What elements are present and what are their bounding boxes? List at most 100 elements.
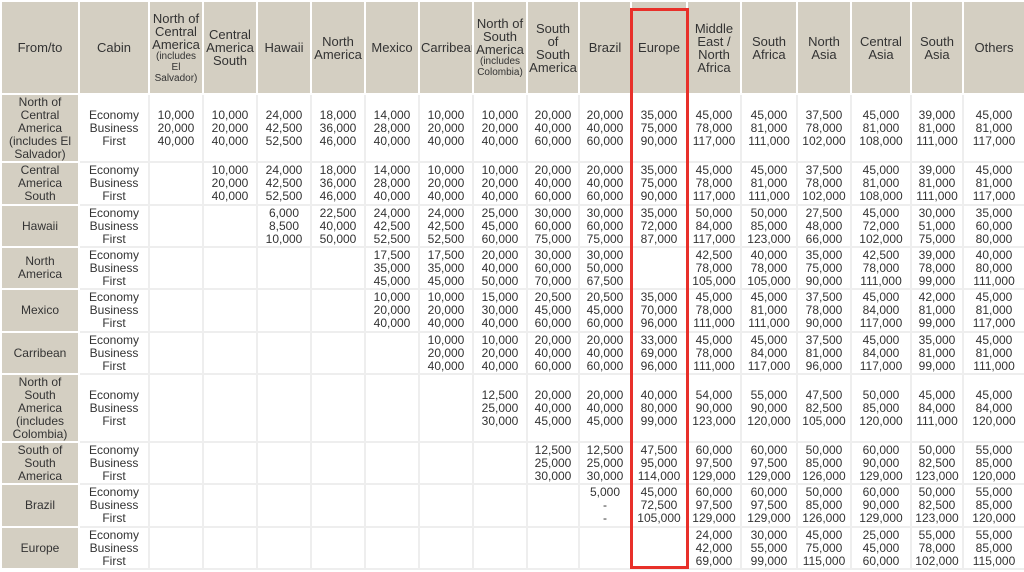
miles-economy: 35,000	[640, 205, 678, 220]
miles-cell: 10,000 20,000 40,000	[472, 161, 528, 206]
miles-cell: 20,000 40,000 45,000	[578, 373, 632, 443]
table-row: South of South America Economy Business Fir…	[0, 441, 1024, 485]
row-origin: Europe	[0, 526, 80, 570]
miles-first: 117,000	[859, 358, 903, 373]
miles-cell: 25,000 45,000 60,000	[850, 526, 912, 570]
miles-first: 99,000	[918, 273, 956, 288]
miles-business: 81,000	[918, 345, 956, 360]
miles-cell: 40,000 80,000 111,000	[962, 246, 1024, 290]
miles-first: 102,000	[802, 133, 846, 148]
miles-business: 72,000	[862, 218, 900, 233]
header-middle-east-north-africa: Middle East / North Africa	[686, 0, 742, 95]
header-label: Others	[974, 40, 1014, 55]
header-sublabel: (includes Colombia)	[477, 56, 523, 78]
header-label: North of Central America	[152, 10, 200, 52]
cabin-classes: Economy Business First	[78, 161, 150, 206]
header-label: Mexico	[371, 40, 413, 55]
miles-cell	[148, 441, 204, 485]
miles-economy: 20,000	[586, 332, 624, 347]
miles-economy: 47,500	[805, 387, 843, 402]
miles-cell: 45,000 84,000 117,000	[850, 331, 912, 375]
cabin-classes: Economy Business First	[78, 288, 150, 333]
miles-economy: 27,500	[805, 205, 843, 220]
miles-first: 117,000	[972, 316, 1016, 330]
header-label: South Asia	[920, 33, 954, 62]
miles-business: 75,000	[640, 120, 678, 135]
miles-first: 30,000	[481, 413, 519, 428]
miles-cell	[202, 288, 258, 333]
miles-business: 72,000	[640, 218, 678, 233]
miles-business: 35,000	[373, 260, 411, 275]
miles-cell: 10,000 20,000 40,000	[472, 93, 528, 163]
miles-cell	[256, 441, 312, 485]
miles-economy: 17,500	[427, 247, 465, 262]
miles-first: 102,000	[915, 553, 959, 568]
miles-economy: 37,500	[805, 332, 843, 347]
cabin-classes: Economy Business First	[78, 483, 150, 528]
miles-cell: 30,000 60,000 75,000	[526, 204, 580, 248]
miles-economy: 42,500	[695, 247, 733, 262]
miles-first: 75,000	[918, 231, 956, 246]
miles-first: 117,000	[859, 316, 903, 330]
miles-cell	[202, 331, 258, 375]
miles-business: 85,000	[862, 400, 900, 415]
miles-first: 80,000	[975, 231, 1013, 246]
header-others: Others	[962, 0, 1024, 95]
cabin-business: Business	[89, 218, 139, 233]
miles-economy: 20,000	[534, 107, 572, 122]
miles-first: 99,000	[918, 316, 956, 330]
miles-business: 60,000	[975, 218, 1013, 233]
miles-business: 81,000	[750, 120, 788, 135]
miles-first: 52,500	[265, 133, 303, 148]
miles-cell: 18,000 36,000 46,000	[310, 161, 366, 206]
miles-cell: 20,000 40,000 60,000	[526, 161, 580, 206]
header-north-america: North America	[310, 0, 366, 95]
miles-business: 40,000	[534, 120, 572, 135]
miles-economy: 50,000	[750, 205, 788, 220]
miles-economy: 35,000	[805, 247, 843, 262]
miles-business: 85,000	[805, 455, 843, 470]
miles-business: 82,500	[918, 455, 956, 470]
miles-cell: 30,000 55,000 99,000	[740, 526, 798, 570]
miles-business: 78,000	[918, 260, 956, 275]
miles-cell: 60,000 90,000 129,000	[850, 483, 912, 528]
miles-economy: 55,000	[918, 527, 956, 542]
miles-first: 123,000	[915, 468, 959, 483]
miles-business: 60,000	[534, 218, 572, 233]
header-label: South Africa	[752, 33, 786, 62]
miles-first: 115,000	[802, 553, 846, 568]
miles-economy: 42,500	[862, 247, 900, 262]
miles-business: 20,000	[427, 120, 465, 135]
miles-economy: 25,000	[481, 205, 519, 220]
header-label: Brazil	[588, 40, 622, 55]
miles-cell	[310, 441, 366, 485]
miles-cell	[364, 441, 420, 485]
miles-cell: 45,000 72,000 102,000	[850, 204, 912, 248]
cabin-first: First	[102, 316, 126, 330]
miles-first: 111,000	[916, 413, 958, 428]
header-label: Carribean	[421, 40, 473, 55]
miles-cell: 39,000 81,000 111,000	[910, 93, 964, 163]
miles-economy: 20,000	[534, 387, 572, 402]
miles-first: 117,000	[747, 358, 791, 373]
miles-cell: 45,000 81,000 108,000	[850, 93, 912, 163]
miles-cell: 25,000 45,000 60,000	[472, 204, 528, 248]
miles-economy: 45,000	[862, 332, 900, 347]
header-cabin: Cabin	[78, 0, 150, 95]
cabin-first: First	[102, 189, 126, 203]
header-hawaii: Hawaii	[256, 0, 312, 95]
miles-cell: 40,000 78,000 105,000	[740, 246, 798, 290]
header-label: Europe	[638, 40, 680, 55]
miles-cell: 54,000 90,000 123,000	[686, 373, 742, 443]
miles-first: 75,000	[586, 231, 624, 246]
miles-business: 60,000	[534, 260, 572, 275]
miles-first: 126,000	[802, 511, 846, 525]
miles-first: 45,000	[427, 273, 465, 288]
miles-business: 20,000	[211, 120, 249, 135]
miles-cell: 45,000 84,000 120,000	[962, 373, 1024, 443]
miles-cell: 50,000 85,000 126,000	[796, 441, 852, 485]
miles-economy: 40,000	[750, 247, 788, 262]
row-origin: Mexico	[0, 288, 80, 333]
miles-cell	[310, 288, 366, 333]
miles-business: 82,500	[805, 400, 843, 415]
